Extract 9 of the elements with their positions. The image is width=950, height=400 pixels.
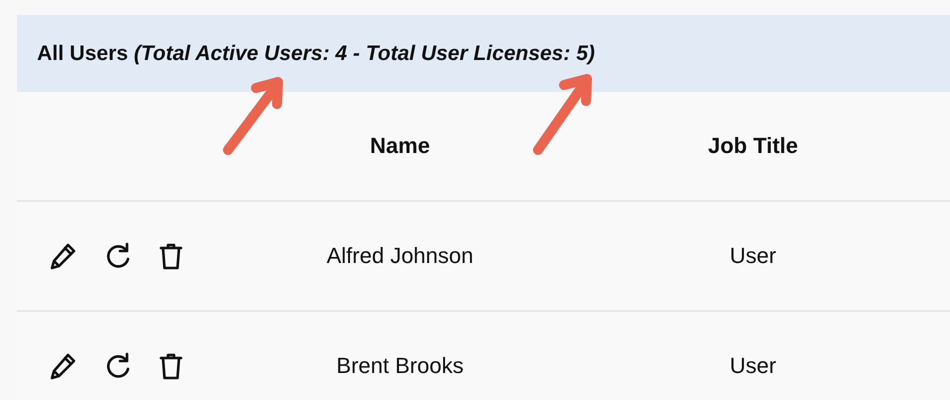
edit-icon[interactable] (48, 350, 78, 382)
edit-icon[interactable] (48, 240, 78, 272)
section-title: All Users (Total Active Users: 4 - Total User Licenses: 5) (37, 42, 595, 66)
table-cell: User (730, 353, 776, 379)
table-cell: Brent Brooks (336, 353, 464, 379)
column-header: Name (370, 133, 430, 159)
table-cell: Alfred Johnson (326, 243, 474, 269)
table-cell: User (730, 243, 776, 269)
column-header: Job Title (708, 133, 798, 159)
